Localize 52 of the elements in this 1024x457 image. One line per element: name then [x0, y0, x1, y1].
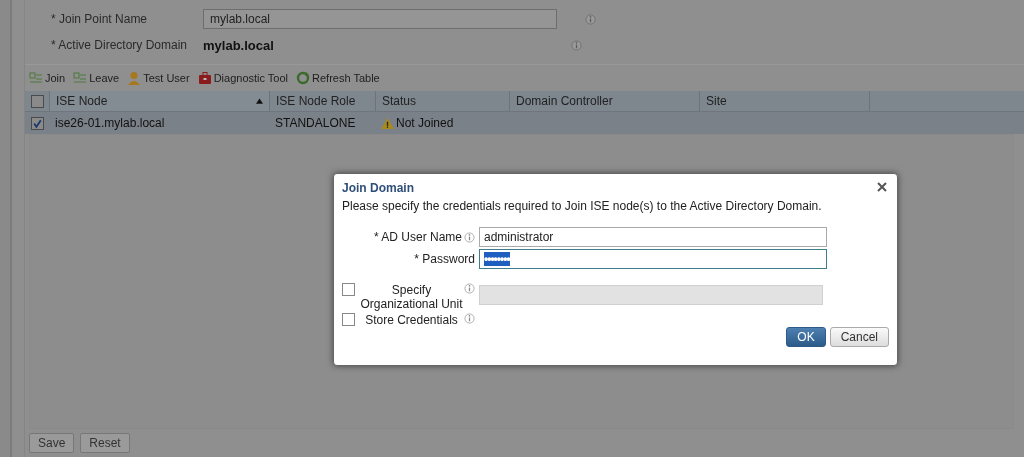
- info-icon[interactable]: [585, 13, 596, 25]
- checkbox[interactable]: [342, 283, 355, 296]
- input-field[interactable]: administrator: [479, 227, 827, 247]
- node-list-icon: [29, 71, 43, 85]
- table-cell: ise26-01.mylab.local: [55, 116, 165, 130]
- field-label: * Join Point Name: [51, 12, 149, 26]
- column-header[interactable]: Status: [375, 91, 509, 111]
- column-label: ISE Node Role: [276, 94, 356, 108]
- input-value: ••••••••: [484, 252, 510, 266]
- column-label: Domain Controller: [516, 94, 613, 108]
- column-header[interactable]: Domain Controller: [509, 91, 699, 111]
- dialog-button[interactable]: OK: [786, 327, 826, 347]
- input-field[interactable]: ••••••••: [479, 249, 827, 269]
- dialog-title: Join Domain: [342, 180, 414, 195]
- input-value: administrator: [484, 230, 554, 244]
- info-icon[interactable]: [464, 313, 475, 324]
- refresh-icon: [296, 71, 311, 85]
- column-label: ISE Node: [56, 94, 108, 108]
- column-header[interactable]: ISE Node Role: [269, 91, 375, 111]
- input-field[interactable]: mylab.local: [203, 9, 557, 29]
- checkbox[interactable]: [30, 94, 44, 108]
- toolbar-button[interactable]: Test User: [127, 71, 190, 85]
- user-icon: [127, 71, 142, 85]
- checkbox[interactable]: [30, 116, 44, 130]
- toolbar-button[interactable]: Join: [29, 71, 66, 85]
- dialog-message: Please specify the credentials required to Join ISE node(s) to the Active Directory Domain.: [342, 199, 823, 213]
- toolbar-button[interactable]: Leave: [73, 71, 120, 85]
- footer-button[interactable]: Reset: [80, 433, 130, 453]
- field-label: * AD User Name: [373, 230, 462, 244]
- column-label: Status: [382, 94, 417, 108]
- column-label: Site: [706, 94, 727, 108]
- footer-button[interactable]: Save: [29, 433, 75, 453]
- toolbar-button[interactable]: Refresh Table: [296, 71, 380, 85]
- option-label: Specify Organizational Unit: [359, 283, 464, 311]
- field-label: * Active Directory Domain: [51, 38, 189, 52]
- toolbox-icon: [197, 71, 212, 85]
- column-header[interactable]: ISE Node: [49, 91, 269, 111]
- warning-icon: [381, 117, 394, 129]
- info-icon[interactable]: [464, 231, 475, 243]
- sort-up-icon[interactable]: [256, 98, 263, 104]
- dialog-button[interactable]: Cancel: [829, 327, 889, 347]
- table-cell: STANDALONE: [275, 116, 356, 130]
- table-cell: Not Joined: [396, 116, 454, 130]
- toolbar-button[interactable]: Diagnostic Tool: [197, 71, 289, 85]
- info-icon[interactable]: [571, 39, 582, 51]
- column-header[interactable]: Site: [699, 91, 869, 111]
- field-value: mylab.local: [203, 37, 275, 53]
- info-icon[interactable]: [464, 283, 475, 294]
- node-list-icon: [73, 71, 88, 85]
- field-label: * Password: [414, 252, 475, 266]
- checkbox[interactable]: [342, 313, 355, 326]
- option-label: Store Credentials: [364, 313, 459, 327]
